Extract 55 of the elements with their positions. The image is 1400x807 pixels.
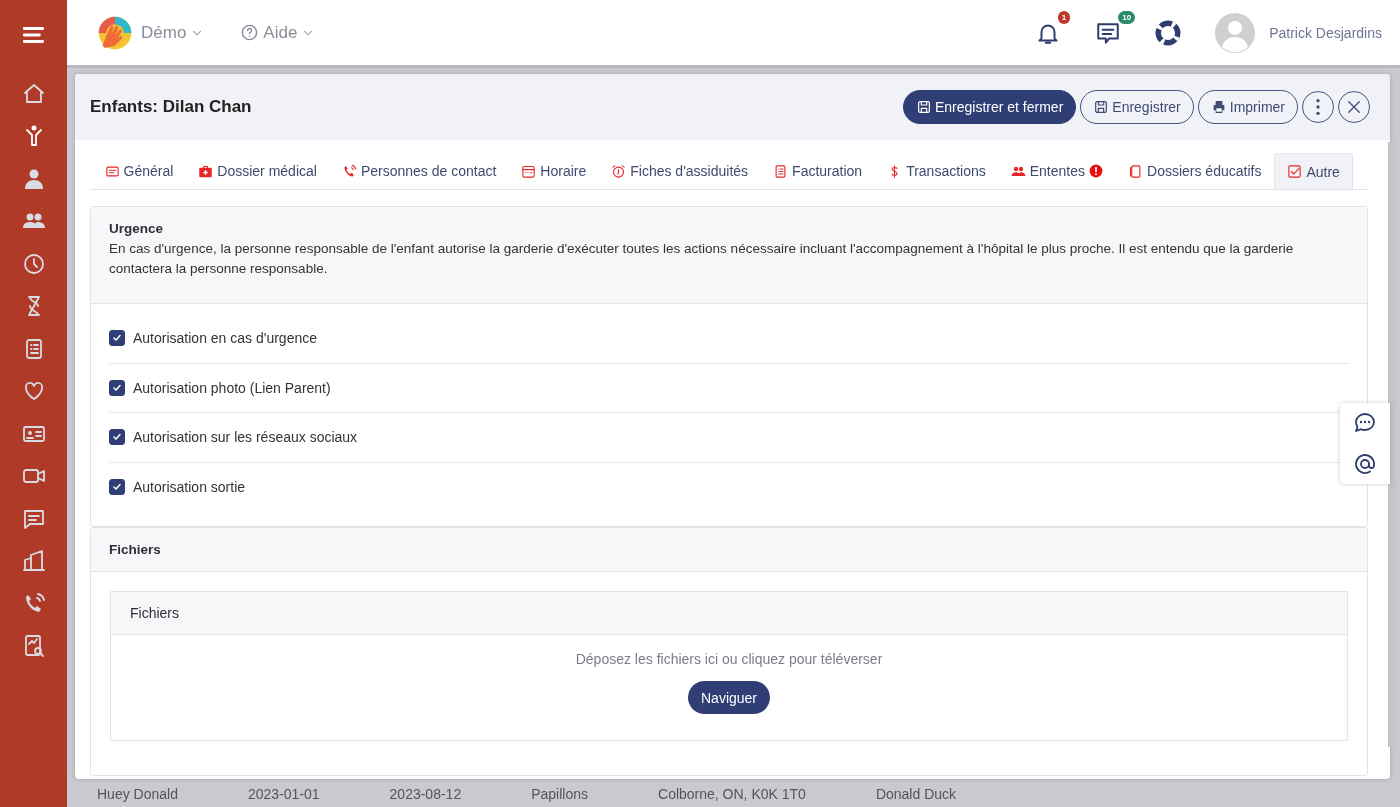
alarm-clock-icon	[611, 163, 627, 179]
table-cell: Papillons	[531, 786, 588, 802]
save-icon	[915, 99, 932, 115]
tab[interactable]: Horaire	[508, 153, 599, 189]
buildings-icon[interactable]	[21, 549, 46, 573]
chat-icon[interactable]	[1353, 411, 1377, 435]
tab[interactable]: Transactions	[874, 153, 999, 189]
help-icon	[240, 23, 260, 42]
tab[interactable]: Ententes	[998, 153, 1116, 189]
dropzone-hint: Déposez les fichiers ici ou cliquez pour téléverser	[575, 651, 883, 667]
user-name[interactable]: Patrick Desjardins	[1269, 24, 1382, 41]
tab[interactable]: Facturation	[760, 153, 875, 189]
checkbox[interactable]	[109, 379, 125, 396]
calendar-icon	[521, 163, 537, 179]
checkbox[interactable]	[109, 429, 125, 446]
section-title: Fichiers	[91, 528, 1367, 572]
tab[interactable]: Dossiers éducatifs	[1115, 153, 1274, 189]
checked-box-icon	[1287, 164, 1303, 179]
table-cell: Huey Donald	[97, 786, 178, 802]
dropzone[interactable]: Fichiers Déposez les fichiers ici ou cliquez pour téléverser Naviguer	[110, 591, 1348, 741]
document-icon	[104, 163, 120, 179]
medical-kit-icon	[198, 163, 214, 179]
invoice-icon	[773, 163, 789, 179]
home-icon[interactable]	[21, 81, 46, 106]
paragraph: En cas d'urgence, la personne responsable de l'enfant autorise la garderie d'exécuter toutes les actions nécessaire incluant l'accompagnement à l'hôpital le plus proche. Il est entendu que la garderie contactera la personne responsable.	[109, 240, 1295, 278]
checkbox-label: Autorisation sur les réseaux sociaux	[133, 429, 358, 446]
tab[interactable]: Autre	[1273, 153, 1354, 189]
tab[interactable]: Personnes de contact	[329, 153, 509, 189]
header-button[interactable]: Enregistrer et fermer	[902, 90, 1077, 124]
at-sign-icon[interactable]	[1353, 452, 1377, 476]
tab[interactable]: Dossier médical	[185, 153, 330, 189]
checkbox-label: Autorisation sortie	[133, 479, 246, 496]
notebook-icon	[1128, 163, 1143, 179]
lifebuoy-icon[interactable]	[1155, 19, 1182, 46]
close-icon	[1345, 98, 1363, 116]
scrollbar[interactable]	[1388, 142, 1396, 747]
save-icon	[1093, 99, 1110, 115]
dropzone-title: Fichiers	[111, 592, 1347, 635]
message-badge: 10	[1118, 10, 1136, 24]
table-cell: Donald Duck	[875, 786, 957, 802]
checkbox-label: Autorisation en cas d'urgence	[133, 330, 317, 347]
notification-badge: 1	[1057, 10, 1071, 24]
table-cell: Colborne, ON, K0K 1T0	[658, 786, 806, 802]
table-cell: 2023-01-01	[247, 786, 320, 802]
checkbox[interactable]	[109, 479, 125, 496]
tab[interactable]: Général	[92, 153, 186, 189]
table-cell: 2023-08-12	[389, 786, 462, 802]
clock-icon[interactable]	[21, 251, 46, 276]
dialog-title: Enfants: Dilan Chan	[90, 97, 252, 117]
tab[interactable]: Fiches d'assiduités	[598, 153, 761, 189]
checkbox-label: Autorisation photo (Lien Parent)	[133, 379, 331, 396]
more-icon	[1316, 99, 1320, 115]
checkbox[interactable]	[109, 330, 125, 347]
browse-button[interactable]: Naviguer	[688, 681, 770, 714]
section-title: Urgence	[109, 221, 165, 236]
